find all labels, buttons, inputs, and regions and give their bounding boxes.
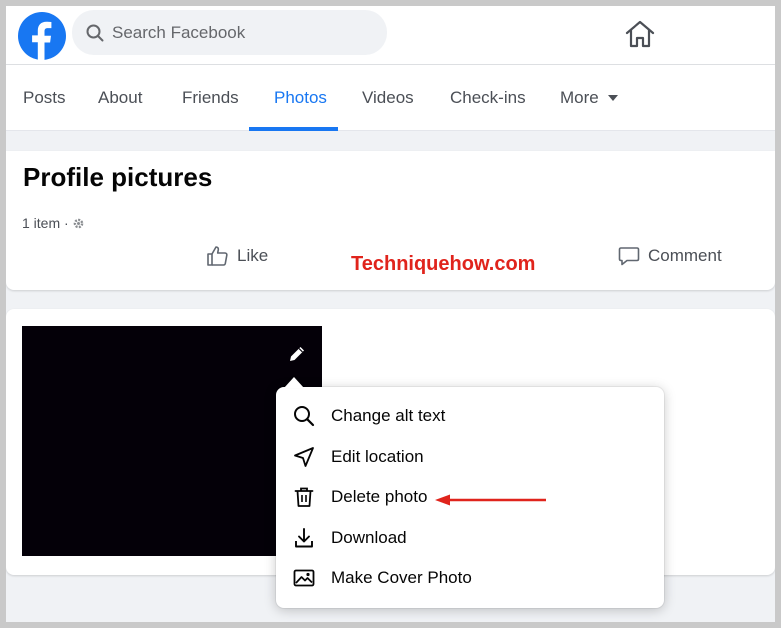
thumbs-up-icon	[207, 246, 228, 266]
tab-label: Photos	[274, 88, 327, 107]
top-navbar	[6, 6, 775, 64]
facebook-logo-icon[interactable]	[18, 12, 66, 60]
active-tab-indicator	[249, 127, 338, 131]
download-icon	[295, 528, 313, 548]
comment-button[interactable]: Comment	[618, 245, 722, 267]
tab-label: Friends	[182, 88, 239, 107]
pencil-edit-icon[interactable]	[287, 344, 307, 364]
menu-item-label: Edit location	[331, 447, 424, 466]
album-title: Profile pictures	[23, 162, 213, 192]
search-bar[interactable]	[72, 10, 387, 55]
red-pointer-arrow-icon	[435, 494, 546, 506]
comment-label: Comment	[648, 246, 722, 265]
profile-tabs: Posts About Friends Photos Videos Check-…	[6, 65, 775, 131]
tab-photos[interactable]: Photos	[274, 65, 327, 131]
tab-label: More	[560, 88, 599, 107]
tab-more[interactable]: More	[560, 65, 618, 131]
tab-label: About	[98, 88, 143, 107]
search-icon	[86, 24, 104, 41]
search-input[interactable]	[112, 22, 362, 43]
menu-item-label: Change alt text	[331, 406, 446, 425]
menu-item-label: Download	[331, 528, 407, 547]
watermark-text: Techniquehow.com	[351, 253, 536, 275]
home-icon[interactable]	[624, 19, 656, 49]
image-icon	[293, 569, 315, 587]
tab-friends[interactable]: Friends	[182, 65, 239, 131]
menu-item-label: Make Cover Photo	[331, 568, 472, 587]
album-meta: 1 item ·	[22, 215, 85, 231]
album-header-card: Profile pictures 1 item · Like Comment T…	[6, 151, 775, 290]
menu-pointer	[284, 377, 304, 388]
tab-posts[interactable]: Posts	[23, 65, 66, 131]
menu-item-make-cover-photo[interactable]: Make Cover Photo	[284, 559, 656, 597]
gear-icon	[73, 218, 83, 228]
search-icon	[294, 406, 315, 427]
location-arrow-icon	[294, 447, 314, 467]
tab-label: Posts	[23, 88, 66, 107]
tab-label: Check-ins	[450, 88, 526, 107]
menu-item-change-alt-text[interactable]: Change alt text	[284, 397, 656, 435]
caret-down-icon	[607, 95, 618, 101]
tab-about[interactable]: About	[98, 65, 142, 131]
comment-icon	[618, 247, 640, 266]
item-count: 1 item ·	[22, 215, 69, 231]
menu-item-download[interactable]: Download	[284, 519, 656, 557]
menu-item-edit-location[interactable]: Edit location	[284, 438, 656, 476]
menu-item-label: Delete photo	[331, 487, 428, 506]
tab-label: Videos	[362, 88, 414, 107]
like-button[interactable]: Like	[206, 245, 268, 267]
trash-icon	[294, 487, 314, 507]
tab-videos[interactable]: Videos	[362, 65, 414, 131]
like-label: Like	[237, 246, 269, 265]
tab-check-ins[interactable]: Check-ins	[450, 65, 526, 131]
